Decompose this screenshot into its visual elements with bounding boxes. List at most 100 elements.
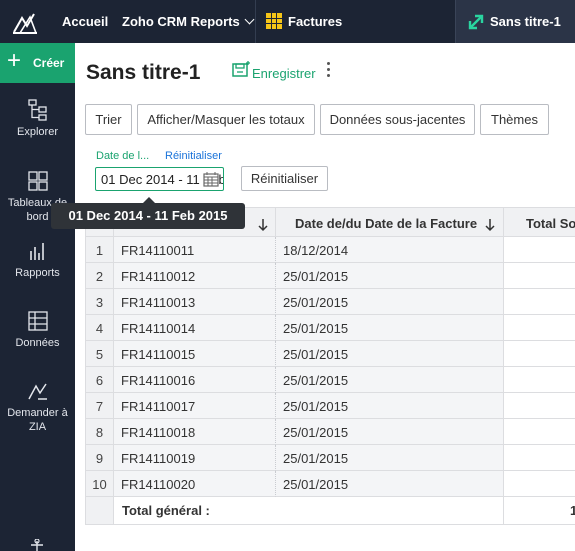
table-row[interactable]: 10 FR14110020 25/01/2015 xyxy=(85,471,575,497)
filter-reset-link[interactable]: Réinitialiser xyxy=(165,150,222,162)
invoice-date-cell-text: 25/01/2015 xyxy=(283,477,349,492)
data-icon xyxy=(27,311,48,331)
table-row[interactable]: 7 FR14110017 25/01/2015 xyxy=(85,393,575,419)
table-row[interactable]: 5 FR14110015 25/01/2015 xyxy=(85,341,575,367)
sidebar-item-reports[interactable]: Rapports xyxy=(0,240,75,280)
sidebar-item-label: Demander à ZIA xyxy=(7,407,68,433)
toggle-totals-button[interactable]: Afficher/Masquer les totaux xyxy=(137,104,315,135)
sidebar: + Créer Explorer Tableaux de bord Rappor… xyxy=(0,43,75,551)
invoice-cell: FR14110017 xyxy=(114,393,276,419)
row-index: 5 xyxy=(85,341,114,367)
filter-label: Date de l... xyxy=(96,150,150,162)
column-header-label: Total So xyxy=(526,216,575,231)
column-header-invoice-date[interactable]: Date de/du Date de la Facture xyxy=(276,207,504,237)
total-cell xyxy=(504,445,575,471)
invoice-date-cell: 25/01/2015 xyxy=(276,393,504,419)
row-index: 3 xyxy=(85,289,114,315)
date-range-tooltip: 01 Dec 2014 - 11 Feb 2015 xyxy=(51,197,245,229)
invoice-date-cell-text: 25/01/2015 xyxy=(283,451,349,466)
sort-down-icon[interactable] xyxy=(485,218,495,232)
row-index: 4 xyxy=(85,315,114,341)
reports-icon xyxy=(29,243,44,260)
table-row[interactable]: 3 FR14110013 25/01/2015 xyxy=(85,289,575,315)
invoice-date-cell-text: 25/01/2015 xyxy=(283,399,349,414)
themes-button[interactable]: Thèmes xyxy=(480,104,549,135)
invoice-cell-text: FR14110016 xyxy=(121,373,196,388)
grand-total-value-cell: 1 xyxy=(504,497,575,525)
page-title: Sans titre-1 xyxy=(86,61,201,84)
sort-down-icon[interactable] xyxy=(258,218,268,232)
grand-total-label: Total général : xyxy=(122,503,210,518)
invoice-cell: FR14110018 xyxy=(114,419,276,445)
invoice-cell: FR14110020 xyxy=(114,471,276,497)
total-cell xyxy=(504,289,575,315)
invoice-cell-text: FR14110015 xyxy=(121,347,196,362)
row-index-text: 4 xyxy=(95,321,104,336)
invoice-date-cell: 25/01/2015 xyxy=(276,445,504,471)
more-icon[interactable] xyxy=(27,539,47,551)
workspace-dropdown[interactable]: Zoho CRM Reports xyxy=(122,14,255,29)
tab-factures[interactable]: Factures xyxy=(288,14,342,29)
more-options-icon[interactable] xyxy=(326,62,332,80)
invoice-cell: FR14110015 xyxy=(114,341,276,367)
sidebar-item-label: Données xyxy=(15,337,60,349)
pivot-table: Date de/du Date de la Facture Total So 1… xyxy=(85,207,575,525)
create-label: Créer xyxy=(33,56,65,70)
grand-total-label-cell: Total général : xyxy=(114,497,504,525)
expand-arrow-icon xyxy=(468,14,484,30)
zoho-analytics-logo-icon[interactable] xyxy=(11,9,39,35)
table-row[interactable]: 4 FR14110014 25/01/2015 xyxy=(85,315,575,341)
sort-button[interactable]: Trier xyxy=(85,104,132,135)
reset-button[interactable]: Réinitialiser xyxy=(241,166,328,191)
row-index: 8 xyxy=(85,419,114,445)
table-row[interactable]: 2 FR14110012 25/01/2015 xyxy=(85,263,575,289)
invoice-cell-text: FR14110019 xyxy=(121,451,196,466)
invoice-cell-text: FR14110020 xyxy=(121,477,196,492)
zia-icon xyxy=(27,383,47,400)
sidebar-item-data[interactable]: Données xyxy=(0,310,75,350)
column-header-total[interactable]: Total So xyxy=(504,207,575,237)
grand-total-value: 1 xyxy=(570,503,575,518)
workspace-label: Zoho CRM Reports xyxy=(122,14,240,29)
invoice-cell-text: FR14110018 xyxy=(121,425,196,440)
invoice-date-cell: 25/01/2015 xyxy=(276,367,504,393)
table-row[interactable]: 9 FR14110019 25/01/2015 xyxy=(85,445,575,471)
chevron-down-icon xyxy=(244,14,255,25)
invoice-date-cell: 25/01/2015 xyxy=(276,315,504,341)
underlying-data-button[interactable]: Données sous-jacentes xyxy=(320,104,475,135)
create-button[interactable]: + Créer xyxy=(0,43,75,83)
invoice-cell: FR14110019 xyxy=(114,445,276,471)
total-cell xyxy=(504,341,575,367)
table-row[interactable]: 8 FR14110018 25/01/2015 xyxy=(85,419,575,445)
invoice-cell-text: FR14110013 xyxy=(121,295,196,310)
save-button[interactable]: Enregistrer xyxy=(252,66,316,81)
top-bar: Accueil Zoho CRM Reports Factures Sans t… xyxy=(0,0,575,43)
invoice-cell: FR14110013 xyxy=(114,289,276,315)
total-cell xyxy=(504,315,575,341)
sidebar-item-ask-zia[interactable]: Demander à ZIA xyxy=(0,380,75,434)
invoice-date-cell-text: 25/01/2015 xyxy=(283,295,349,310)
total-cell xyxy=(504,263,575,289)
invoice-date-cell-text: 18/12/2014 xyxy=(283,243,349,258)
invoice-date-cell-text: 25/01/2015 xyxy=(283,373,349,388)
invoice-date-cell: 25/01/2015 xyxy=(276,263,504,289)
invoice-date-cell: 18/12/2014 xyxy=(276,237,504,263)
invoice-cell-text: FR14110012 xyxy=(121,269,196,284)
row-index-text: 5 xyxy=(95,347,104,362)
save-icon[interactable] xyxy=(231,60,251,78)
tab-active-report[interactable]: Sans titre-1 xyxy=(455,0,575,43)
total-cell xyxy=(504,367,575,393)
table-row[interactable]: 6 FR14110016 25/01/2015 xyxy=(85,367,575,393)
row-index: 6 xyxy=(85,367,114,393)
row-index xyxy=(85,497,114,525)
row-index: 2 xyxy=(85,263,114,289)
total-cell xyxy=(504,237,575,263)
invoice-cell-text: FR14110017 xyxy=(121,399,196,414)
date-range-input[interactable]: 01 Dec 2014 - 11 Feb 2015 xyxy=(95,167,224,191)
nav-home-link[interactable]: Accueil xyxy=(62,14,108,29)
column-header-label: Date de/du Date de la Facture xyxy=(295,216,478,231)
table-row[interactable]: 1 FR14110011 18/12/2014 xyxy=(85,237,575,263)
calendar-icon[interactable] xyxy=(203,172,219,187)
sidebar-item-explorer[interactable]: Explorer xyxy=(0,99,75,139)
row-index-text: 10 xyxy=(92,477,107,492)
